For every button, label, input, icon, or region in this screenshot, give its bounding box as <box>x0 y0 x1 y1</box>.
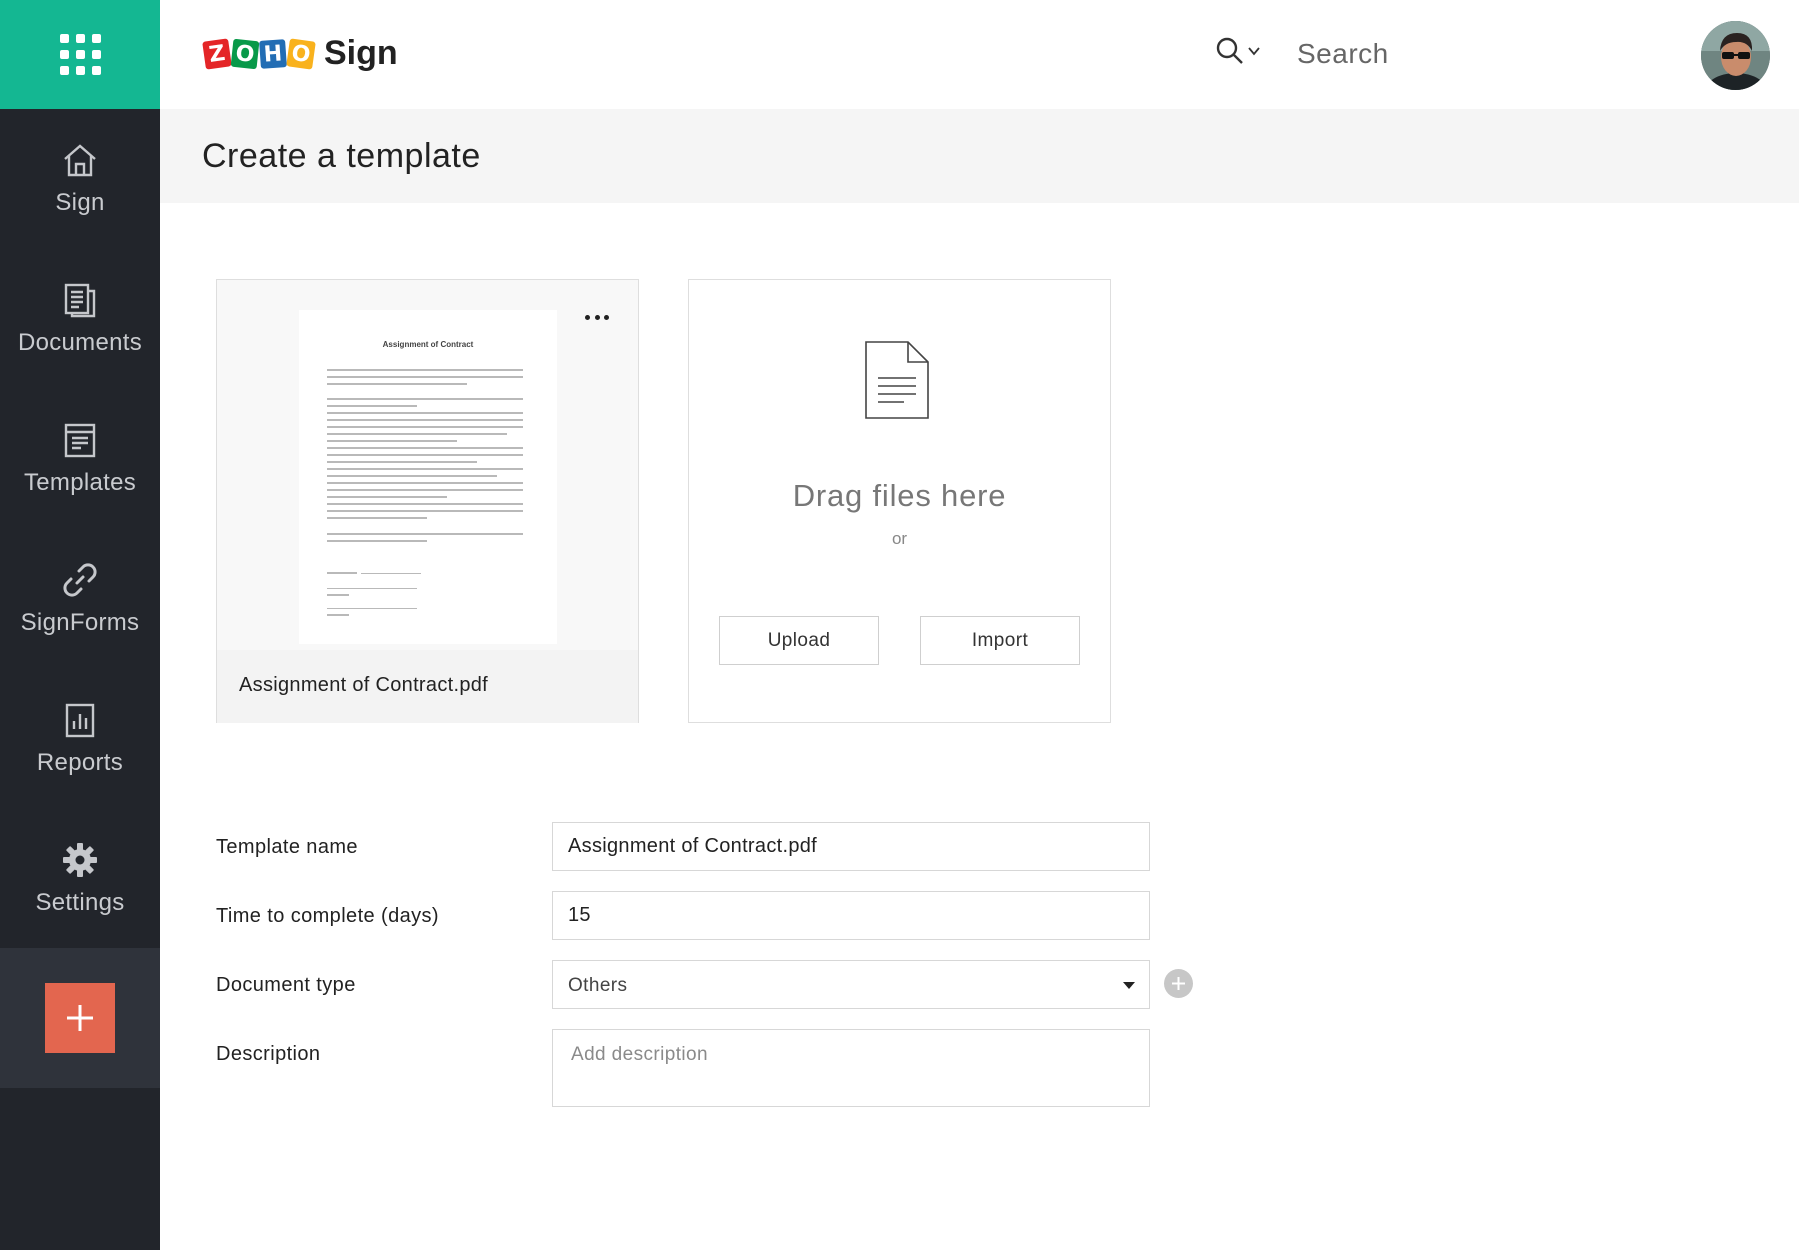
search-icon <box>1216 37 1243 64</box>
import-button[interactable]: Import <box>920 616 1080 665</box>
create-new-button[interactable] <box>45 983 115 1053</box>
sidebar-item-label: SignForms <box>20 609 140 636</box>
sidebar-item-templates[interactable]: Templates <box>0 389 160 529</box>
caret-down-icon <box>1123 982 1135 989</box>
sidebar-nav: Sign Documents Templates SignForms Repor… <box>0 109 160 949</box>
page-title-bar: Create a template <box>160 109 1799 203</box>
link-icon <box>63 563 97 597</box>
apps-grid-icon <box>59 34 101 75</box>
logo-letter-o: O <box>286 37 316 70</box>
top-header: Z O H O Sign <box>160 0 1799 109</box>
document-type-value: Others <box>568 975 628 996</box>
home-icon <box>64 144 96 177</box>
logo-word: Sign <box>324 34 398 72</box>
document-type-select[interactable]: Others <box>552 960 1150 1009</box>
zoho-logo-mark: Z O H O <box>202 37 316 70</box>
plus-icon <box>1172 977 1185 990</box>
file-icon <box>865 341 929 419</box>
sidebar-item-label: Documents <box>17 329 143 356</box>
templates-icon <box>64 423 96 458</box>
plus-icon <box>67 1005 93 1031</box>
sidebar-item-label: Reports <box>36 749 124 776</box>
drop-zone-or: or <box>891 529 908 548</box>
sidebar-item-signforms[interactable]: SignForms <box>0 529 160 669</box>
uploaded-document-card[interactable]: Assignment of Contract Assignment of Con… <box>216 279 639 723</box>
document-thumbnail: Assignment of Contract <box>299 310 557 644</box>
reports-icon <box>65 703 95 738</box>
logo-letter-o: O <box>230 38 260 69</box>
document-card-footer: Assignment of Contract.pdf <box>217 650 638 723</box>
sidebar-item-label: Settings <box>35 889 125 916</box>
template-name-input[interactable] <box>552 822 1150 871</box>
upload-button[interactable]: Upload <box>719 616 879 665</box>
apps-launcher-button[interactable] <box>0 0 160 109</box>
document-type-label: Document type <box>216 974 356 996</box>
time-to-complete-input[interactable] <box>552 891 1150 940</box>
create-area <box>0 948 160 1088</box>
chevron-down-icon <box>1248 47 1260 56</box>
sidebar-item-sign[interactable]: Sign <box>0 109 160 249</box>
documents-icon <box>64 283 96 318</box>
avatar-photo <box>1701 21 1770 90</box>
search-scope-button[interactable] <box>1215 36 1261 66</box>
sidebar-item-settings[interactable]: Settings <box>0 809 160 949</box>
file-drop-zone[interactable]: Drag files here or Upload Import <box>688 279 1111 723</box>
description-label: Description <box>216 1043 321 1065</box>
template-name-label: Template name <box>216 836 358 858</box>
gear-icon <box>63 843 97 877</box>
sidebar-item-label: Sign <box>55 189 105 216</box>
user-avatar[interactable] <box>1701 21 1770 90</box>
search-input[interactable] <box>1297 30 1577 78</box>
add-document-type-button[interactable] <box>1164 969 1193 998</box>
page-title: Create a template <box>202 137 481 175</box>
more-options-button[interactable] <box>585 310 609 324</box>
logo-letter-z: Z <box>202 37 232 70</box>
thumbnail-title: Assignment of Contract <box>382 340 474 349</box>
description-textarea[interactable] <box>552 1029 1150 1107</box>
zoho-sign-logo[interactable]: Z O H O Sign <box>202 34 398 73</box>
document-file-name: Assignment of Contract.pdf <box>239 674 489 696</box>
sidebar-item-label: Templates <box>23 469 137 496</box>
logo-letter-h: H <box>259 38 287 69</box>
sidebar-item-reports[interactable]: Reports <box>0 669 160 809</box>
sidebar: Sign Documents Templates SignForms Repor… <box>0 0 160 1250</box>
time-to-complete-label: Time to complete (days) <box>216 905 439 927</box>
sidebar-item-documents[interactable]: Documents <box>0 249 160 389</box>
drop-zone-title: Drag files here <box>792 478 1007 513</box>
